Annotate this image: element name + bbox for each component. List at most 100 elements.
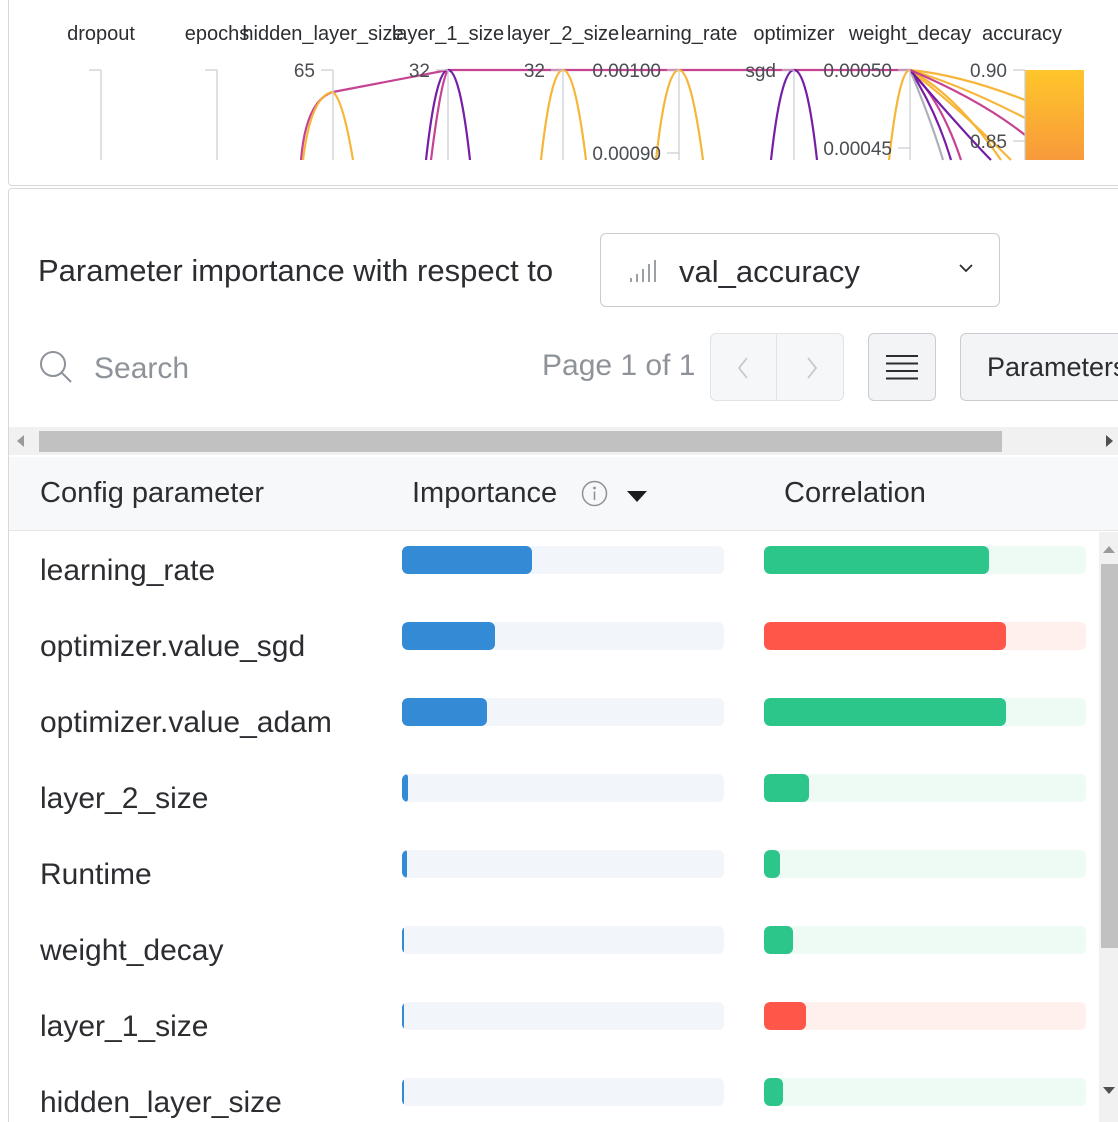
accuracy-color-bar: [1025, 70, 1084, 160]
axis-label: accuracy: [982, 23, 1062, 45]
scroll-down-arrow-icon[interactable]: [1103, 1087, 1115, 1094]
correlation-bar-fill-positive: [764, 698, 1006, 726]
importance-bar: [402, 1002, 724, 1030]
importance-bar-fill: [402, 1078, 404, 1106]
vertical-scrollbar-thumb[interactable]: [1101, 564, 1118, 948]
parallel-coordinates-panel: dropout epochs hidden_layer_size layer_1_si…: [8, 0, 1118, 186]
pagination: [710, 333, 844, 401]
run-line: [887, 68, 911, 161]
axis-label: learning_rate: [621, 23, 738, 45]
page-info: Page 1 of 1: [542, 349, 696, 382]
metric-dropdown[interactable]: val_accuracy: [600, 233, 1000, 307]
importance-bar: [402, 546, 724, 574]
axis-label: weight_decay: [848, 23, 971, 45]
param-name: layer_2_size: [40, 782, 209, 815]
importance-table-body: learning_rate optimizer.value_sgd optimize…: [9, 532, 1099, 1122]
correlation-bar: [764, 546, 1086, 574]
table-row[interactable]: hidden_layer_size: [9, 1064, 1099, 1122]
correlation-bar: [764, 774, 1086, 802]
tick-label: 32: [409, 61, 430, 82]
table-row[interactable]: layer_2_size: [9, 760, 1099, 836]
table-row[interactable]: Runtime: [9, 836, 1099, 912]
param-name: weight_decay: [40, 934, 224, 967]
importance-bar-fill: [402, 698, 488, 726]
tick-label: 0.90: [970, 61, 1007, 82]
axis-label: epochs: [185, 23, 250, 45]
correlation-bar: [764, 1078, 1086, 1106]
search-input[interactable]: [94, 349, 414, 389]
correlation-bar-fill-positive: [764, 926, 793, 954]
param-name: optimizer.value_adam: [40, 706, 332, 739]
correlation-bar-fill-positive: [764, 1078, 784, 1106]
tick-label: 65: [294, 61, 315, 82]
axis-label: layer_1_size: [392, 23, 504, 45]
importance-bar: [402, 774, 724, 802]
importance-bar-fill: [402, 774, 409, 802]
sort-desc-icon[interactable]: [627, 491, 647, 502]
importance-bar-fill: [402, 546, 533, 574]
importance-bar: [402, 698, 724, 726]
tick-label: 0.00050: [823, 61, 892, 82]
table-row[interactable]: optimizer.value_sgd: [9, 608, 1099, 684]
axis-label: optimizer: [753, 23, 834, 45]
importance-bar-fill: [402, 850, 407, 878]
chevron-right-icon: [807, 357, 818, 379]
param-name: optimizer.value_sgd: [40, 630, 306, 663]
scroll-up-arrow-icon[interactable]: [1103, 546, 1115, 553]
importance-title: Parameter importance with respect to: [38, 253, 554, 288]
horizontal-scrollbar[interactable]: [9, 427, 1118, 455]
axis-label: hidden_layer_size: [242, 23, 403, 45]
column-header-importance[interactable]: Importance: [412, 477, 557, 510]
parallel-coordinates-chart[interactable]: dropout epochshidden_layer_sizelayer_1_si…: [8, 0, 1118, 186]
column-header-config-parameter[interactable]: Config parameter: [40, 477, 264, 510]
next-page-button[interactable]: [778, 334, 844, 400]
columns-button[interactable]: [868, 333, 936, 401]
search-icon: [40, 351, 72, 383]
table-row[interactable]: weight_decay: [9, 912, 1099, 988]
importance-bar: [402, 622, 724, 650]
importance-bar-fill: [402, 926, 404, 954]
importance-bar-fill: [402, 1002, 404, 1030]
axis-label: dropout: [67, 23, 135, 45]
param-name: Runtime: [40, 858, 152, 891]
parameter-importance-panel: Parameter importance with respect to val…: [8, 188, 1118, 1122]
scroll-right-arrow-icon[interactable]: [1106, 435, 1113, 447]
table-header: Config parameter Importance Correlation: [9, 457, 1118, 531]
param-name: layer_1_size: [40, 1010, 209, 1043]
correlation-bar-fill-negative: [764, 622, 1006, 650]
table-row[interactable]: layer_1_size: [9, 988, 1099, 1064]
correlation-bar: [764, 850, 1086, 878]
tick-label: 32: [524, 61, 545, 82]
tick-label: 0.00090: [592, 144, 661, 165]
horizontal-scrollbar-thumb[interactable]: [39, 431, 1002, 452]
importance-bar: [402, 850, 724, 878]
table-row[interactable]: optimizer.value_adam: [9, 684, 1099, 760]
tick-label: 0.00100: [592, 61, 661, 82]
correlation-bar: [764, 698, 1086, 726]
correlation-bar: [764, 926, 1086, 954]
chevron-down-icon: [959, 264, 973, 273]
vertical-scrollbar[interactable]: [1099, 532, 1118, 1122]
correlation-bar-fill-negative: [764, 1002, 806, 1030]
tick-label: sgd: [745, 61, 776, 82]
parameters-button[interactable]: Parameters: [960, 333, 1118, 401]
importance-bar: [402, 1078, 724, 1106]
tick-label: 0.85: [970, 132, 1007, 153]
info-icon[interactable]: [581, 480, 608, 507]
bar-chart-icon: [630, 260, 662, 282]
axis-label: layer_2_size: [507, 23, 619, 45]
table-row[interactable]: learning_rate: [9, 532, 1099, 608]
correlation-bar-fill-positive: [764, 546, 990, 574]
prev-page-button[interactable]: [711, 334, 777, 400]
tick-label: 0.00045: [823, 139, 892, 160]
correlation-bar-fill-positive: [764, 774, 810, 802]
scroll-left-arrow-icon[interactable]: [17, 435, 24, 447]
param-name: learning_rate: [40, 554, 216, 587]
importance-bar-fill: [402, 622, 496, 650]
run-line: [332, 91, 355, 161]
parameters-button-label: Parameters: [987, 352, 1118, 382]
importance-bar: [402, 926, 724, 954]
metric-value: val_accuracy: [679, 254, 860, 289]
column-header-correlation[interactable]: Correlation: [784, 477, 926, 510]
correlation-bar-fill-positive: [764, 850, 781, 878]
